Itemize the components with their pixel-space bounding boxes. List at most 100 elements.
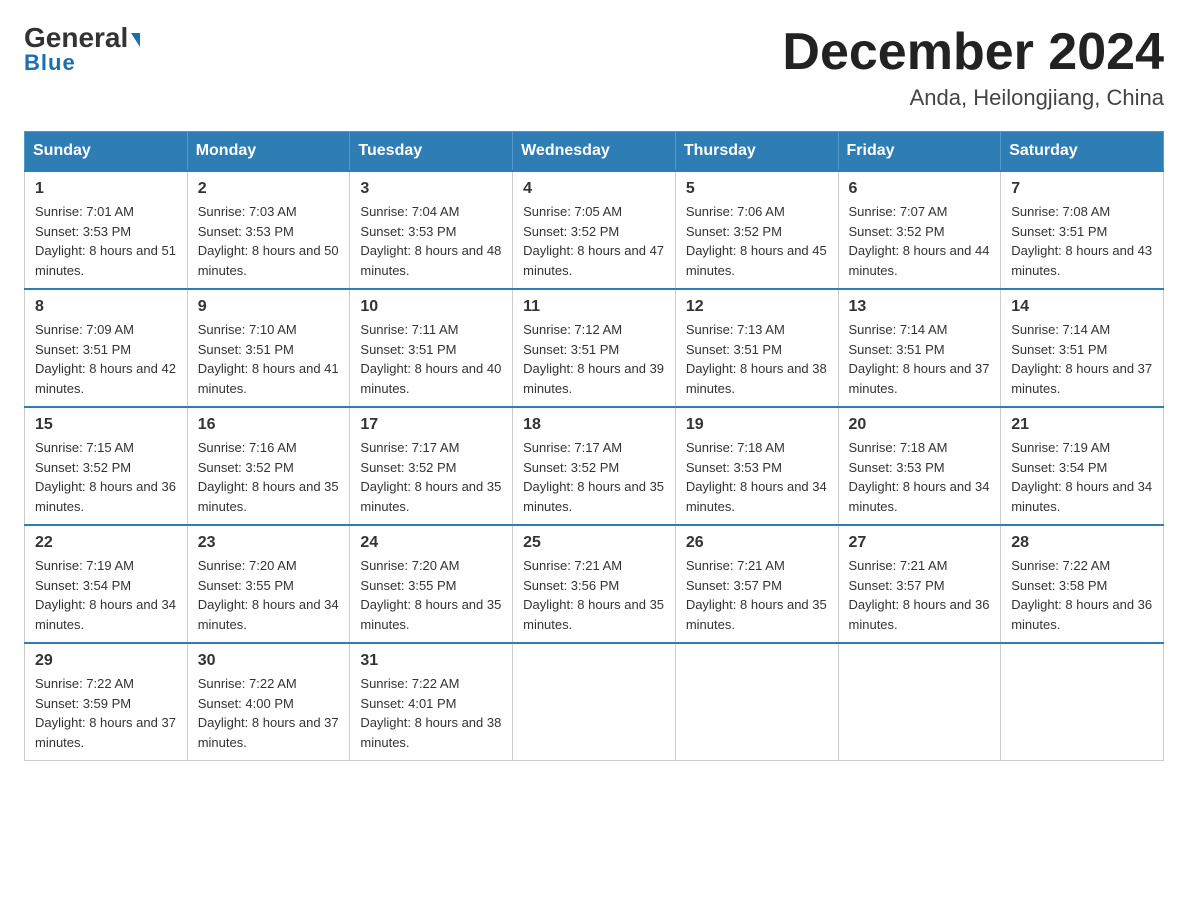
calendar-week-row: 15 Sunrise: 7:15 AMSunset: 3:52 PMDayligh… [25, 407, 1164, 525]
day-number: 30 [198, 652, 340, 670]
logo-blue: Blue [24, 50, 76, 76]
calendar-cell: 20 Sunrise: 7:18 AMSunset: 3:53 PMDayligh… [838, 407, 1001, 525]
day-number: 29 [35, 652, 177, 670]
day-info: Sunrise: 7:03 AMSunset: 3:53 PMDaylight:… [198, 202, 340, 280]
day-number: 26 [686, 534, 828, 552]
calendar-cell: 9 Sunrise: 7:10 AMSunset: 3:51 PMDaylight… [187, 289, 350, 407]
calendar-cell: 5 Sunrise: 7:06 AMSunset: 3:52 PMDaylight… [675, 171, 838, 289]
calendar-cell: 10 Sunrise: 7:11 AMSunset: 3:51 PMDayligh… [350, 289, 513, 407]
calendar-cell: 3 Sunrise: 7:04 AMSunset: 3:53 PMDaylight… [350, 171, 513, 289]
header-sunday: Sunday [25, 132, 188, 172]
day-info: Sunrise: 7:22 AMSunset: 3:59 PMDaylight:… [35, 674, 177, 752]
calendar-cell: 1 Sunrise: 7:01 AMSunset: 3:53 PMDaylight… [25, 171, 188, 289]
day-info: Sunrise: 7:19 AMSunset: 3:54 PMDaylight:… [1011, 438, 1153, 516]
day-number: 12 [686, 298, 828, 316]
day-number: 11 [523, 298, 665, 316]
logo-text: General [24, 24, 140, 52]
calendar-cell: 4Sunrise: 7:05 AMSunset: 3:52 PMDaylight… [513, 171, 676, 289]
day-number: 6 [849, 180, 991, 198]
day-number: 3 [360, 180, 502, 198]
calendar-cell: 23Sunrise: 7:20 AMSunset: 3:55 PMDayligh… [187, 525, 350, 643]
day-info: Sunrise: 7:06 AMSunset: 3:52 PMDaylight:… [686, 202, 828, 280]
calendar-cell: 25 Sunrise: 7:21 AMSunset: 3:56 PMDayligh… [513, 525, 676, 643]
calendar-cell: 26 Sunrise: 7:21 AMSunset: 3:57 PMDayligh… [675, 525, 838, 643]
logo: General Blue [24, 24, 140, 76]
day-number: 8 [35, 298, 177, 316]
calendar-cell: 13 Sunrise: 7:14 AMSunset: 3:51 PMDayligh… [838, 289, 1001, 407]
calendar-table: SundayMondayTuesdayWednesdayThursdayFrid… [24, 131, 1164, 761]
calendar-cell [675, 643, 838, 761]
month-title: December 2024 [782, 24, 1164, 81]
header-thursday: Thursday [675, 132, 838, 172]
calendar-week-row: 8 Sunrise: 7:09 AMSunset: 3:51 PMDaylight… [25, 289, 1164, 407]
calendar-cell: 29 Sunrise: 7:22 AMSunset: 3:59 PMDayligh… [25, 643, 188, 761]
page-header: General Blue December 2024 Anda, Heilong… [24, 24, 1164, 111]
day-number: 5 [686, 180, 828, 198]
day-info: Sunrise: 7:07 AMSunset: 3:52 PMDaylight:… [849, 202, 991, 280]
day-info: Sunrise: 7:04 AMSunset: 3:53 PMDaylight:… [360, 202, 502, 280]
day-number: 13 [849, 298, 991, 316]
calendar-cell: 15 Sunrise: 7:15 AMSunset: 3:52 PMDayligh… [25, 407, 188, 525]
calendar-header-row: SundayMondayTuesdayWednesdayThursdayFrid… [25, 132, 1164, 172]
header-monday: Monday [187, 132, 350, 172]
calendar-cell: 14 Sunrise: 7:14 AMSunset: 3:51 PMDayligh… [1001, 289, 1164, 407]
calendar-cell: 19 Sunrise: 7:18 AMSunset: 3:53 PMDayligh… [675, 407, 838, 525]
day-info: Sunrise: 7:09 AMSunset: 3:51 PMDaylight:… [35, 320, 177, 398]
day-info: Sunrise: 7:10 AMSunset: 3:51 PMDaylight:… [198, 320, 340, 398]
header-wednesday: Wednesday [513, 132, 676, 172]
day-number: 17 [360, 416, 502, 434]
calendar-cell: 7Sunrise: 7:08 AMSunset: 3:51 PMDaylight… [1001, 171, 1164, 289]
day-info: Sunrise: 7:13 AMSunset: 3:51 PMDaylight:… [686, 320, 828, 398]
day-number: 14 [1011, 298, 1153, 316]
day-number: 28 [1011, 534, 1153, 552]
calendar-week-row: 1 Sunrise: 7:01 AMSunset: 3:53 PMDaylight… [25, 171, 1164, 289]
calendar-cell: 22Sunrise: 7:19 AMSunset: 3:54 PMDayligh… [25, 525, 188, 643]
day-info: Sunrise: 7:16 AMSunset: 3:52 PMDaylight:… [198, 438, 340, 516]
header-friday: Friday [838, 132, 1001, 172]
day-info: Sunrise: 7:18 AMSunset: 3:53 PMDaylight:… [849, 438, 991, 516]
day-info: Sunrise: 7:17 AMSunset: 3:52 PMDaylight:… [360, 438, 502, 516]
day-number: 20 [849, 416, 991, 434]
calendar-cell: 24 Sunrise: 7:20 AMSunset: 3:55 PMDayligh… [350, 525, 513, 643]
header-saturday: Saturday [1001, 132, 1164, 172]
day-info: Sunrise: 7:14 AMSunset: 3:51 PMDaylight:… [849, 320, 991, 398]
day-info: Sunrise: 7:22 AMSunset: 3:58 PMDaylight:… [1011, 556, 1153, 634]
day-number: 1 [35, 180, 177, 198]
calendar-cell [838, 643, 1001, 761]
day-number: 27 [849, 534, 991, 552]
calendar-cell: 12 Sunrise: 7:13 AMSunset: 3:51 PMDayligh… [675, 289, 838, 407]
calendar-cell [1001, 643, 1164, 761]
day-number: 24 [360, 534, 502, 552]
calendar-cell: 2Sunrise: 7:03 AMSunset: 3:53 PMDaylight… [187, 171, 350, 289]
day-info: Sunrise: 7:18 AMSunset: 3:53 PMDaylight:… [686, 438, 828, 516]
day-info: Sunrise: 7:12 AMSunset: 3:51 PMDaylight:… [523, 320, 665, 398]
day-info: Sunrise: 7:01 AMSunset: 3:53 PMDaylight:… [35, 202, 177, 280]
day-info: Sunrise: 7:21 AMSunset: 3:57 PMDaylight:… [686, 556, 828, 634]
day-number: 31 [360, 652, 502, 670]
calendar-cell: 18Sunrise: 7:17 AMSunset: 3:52 PMDayligh… [513, 407, 676, 525]
day-info: Sunrise: 7:15 AMSunset: 3:52 PMDaylight:… [35, 438, 177, 516]
day-info: Sunrise: 7:19 AMSunset: 3:54 PMDaylight:… [35, 556, 177, 634]
day-number: 9 [198, 298, 340, 316]
day-info: Sunrise: 7:21 AMSunset: 3:56 PMDaylight:… [523, 556, 665, 634]
day-number: 25 [523, 534, 665, 552]
day-info: Sunrise: 7:05 AMSunset: 3:52 PMDaylight:… [523, 202, 665, 280]
title-block: December 2024 Anda, Heilongjiang, China [782, 24, 1164, 111]
day-number: 10 [360, 298, 502, 316]
day-info: Sunrise: 7:11 AMSunset: 3:51 PMDaylight:… [360, 320, 502, 398]
day-info: Sunrise: 7:22 AMSunset: 4:01 PMDaylight:… [360, 674, 502, 752]
day-info: Sunrise: 7:20 AMSunset: 3:55 PMDaylight:… [360, 556, 502, 634]
calendar-cell: 8 Sunrise: 7:09 AMSunset: 3:51 PMDaylight… [25, 289, 188, 407]
day-number: 15 [35, 416, 177, 434]
calendar-cell: 6 Sunrise: 7:07 AMSunset: 3:52 PMDaylight… [838, 171, 1001, 289]
calendar-cell: 17 Sunrise: 7:17 AMSunset: 3:52 PMDayligh… [350, 407, 513, 525]
day-number: 19 [686, 416, 828, 434]
location-subtitle: Anda, Heilongjiang, China [782, 85, 1164, 111]
day-info: Sunrise: 7:14 AMSunset: 3:51 PMDaylight:… [1011, 320, 1153, 398]
calendar-cell [513, 643, 676, 761]
day-info: Sunrise: 7:21 AMSunset: 3:57 PMDaylight:… [849, 556, 991, 634]
day-info: Sunrise: 7:20 AMSunset: 3:55 PMDaylight:… [198, 556, 340, 634]
calendar-cell: 30Sunrise: 7:22 AMSunset: 4:00 PMDayligh… [187, 643, 350, 761]
day-number: 21 [1011, 416, 1153, 434]
day-info: Sunrise: 7:17 AMSunset: 3:52 PMDaylight:… [523, 438, 665, 516]
